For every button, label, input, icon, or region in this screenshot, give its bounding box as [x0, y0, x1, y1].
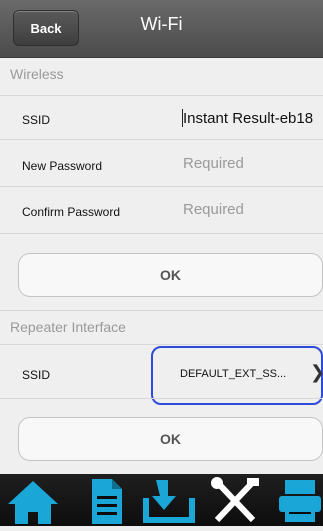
tools-icon [211, 477, 259, 523]
repeater-ok-button[interactable]: OK [18, 417, 323, 461]
divider [0, 310, 323, 311]
printer-icon [279, 480, 321, 522]
printer-tab[interactable] [275, 474, 323, 526]
download-icon [143, 480, 195, 523]
page-title: Wi-Fi [140, 14, 183, 34]
header-bar: Back Wi-Fi [0, 0, 323, 58]
wireless-ssid-input[interactable]: Instant Result-eb18 [183, 110, 313, 127]
confirm-password-input[interactable]: Required [183, 201, 244, 218]
document-icon [92, 479, 122, 524]
divider [0, 233, 323, 234]
wireless-ssid-label: SSID [22, 113, 51, 127]
repeater-ssid-label: SSID [22, 368, 51, 382]
divider [0, 139, 323, 140]
repeater-section-label: Repeater Interface [10, 319, 126, 335]
repeater-ssid-value: DEFAULT_EXT_SS... [180, 368, 287, 380]
document-tab[interactable] [82, 474, 130, 526]
home-tab[interactable] [2, 474, 64, 526]
divider [0, 186, 323, 187]
download-tab[interactable] [138, 474, 200, 526]
chevron-right-icon: ❯ [310, 362, 323, 383]
confirm-password-label: Confirm Password [22, 205, 121, 219]
divider [0, 398, 323, 399]
divider [0, 344, 323, 345]
new-password-input[interactable]: Required [183, 155, 244, 172]
divider [0, 95, 323, 96]
tools-tab[interactable] [207, 474, 263, 526]
home-icon [8, 481, 58, 524]
bottom-tab-bar [0, 474, 323, 526]
wireless-ok-button[interactable]: OK [18, 253, 323, 297]
wireless-section-label: Wireless [10, 66, 64, 82]
new-password-label: New Password [22, 159, 103, 173]
